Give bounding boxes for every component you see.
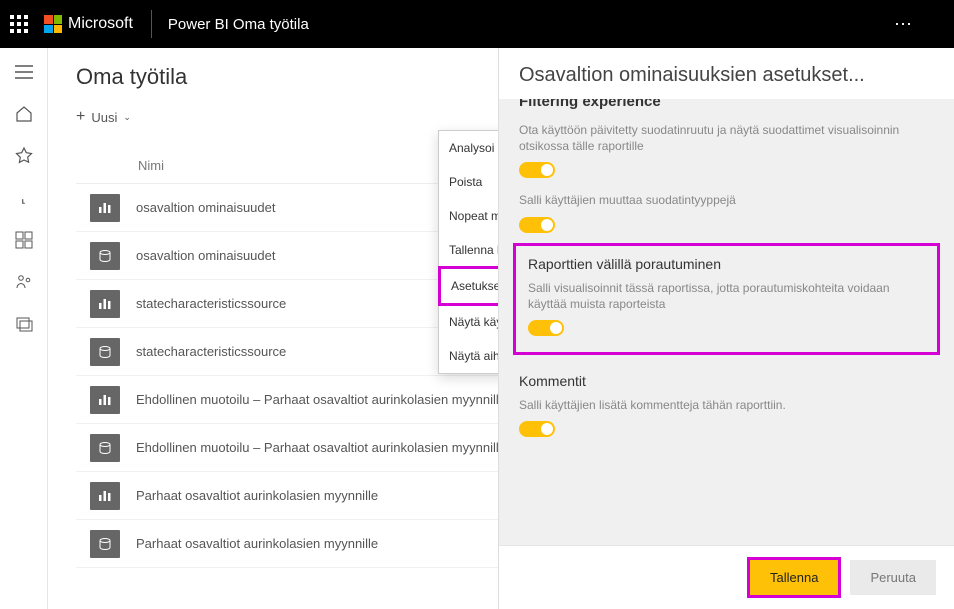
toggle-cross-report-drill[interactable] — [528, 320, 564, 336]
new-button[interactable]: + Uusi ⌄ — [76, 108, 131, 126]
drill-header: Raporttien välillä porautuminen — [528, 256, 925, 272]
cancel-button[interactable]: Peruuta — [850, 560, 936, 595]
toggle-filter-types[interactable] — [519, 217, 555, 233]
app-launcher-icon[interactable] — [10, 15, 28, 33]
report-icon — [90, 482, 120, 510]
nav-rail: ⸤ — [0, 48, 48, 609]
section-filtering-header: Filtering experience — [519, 99, 934, 110]
app-title: Power BI Oma työtila — [168, 16, 309, 33]
plus-icon: + — [76, 108, 85, 126]
cross-report-drill-section: Raporttien välillä porautuminen Salli vi… — [513, 243, 940, 355]
filter-types-desc: Salli käyttäjien muuttaa suodatintyyppej… — [519, 192, 934, 208]
workspaces-icon[interactable] — [14, 314, 34, 334]
favorites-icon[interactable] — [14, 146, 34, 166]
dataset-icon — [90, 434, 120, 462]
topbar-more-icon[interactable]: ⋯ — [894, 14, 914, 35]
divider — [151, 10, 152, 38]
new-label: Uusi — [91, 110, 117, 125]
toggle-filter-pane[interactable] — [519, 162, 555, 178]
dataset-icon — [90, 242, 120, 270]
settings-panel: Osavaltion ominaisuuksien asetukset... F… — [498, 48, 954, 609]
dataset-icon — [90, 338, 120, 366]
report-icon — [90, 194, 120, 222]
chevron-down-icon: ⌄ — [123, 112, 131, 123]
brand-label: Microsoft — [68, 15, 133, 33]
report-icon — [90, 386, 120, 414]
shared-icon[interactable] — [14, 272, 34, 292]
home-icon[interactable] — [14, 104, 34, 124]
drill-desc: Salli visualisoinnit tässä raportissa, j… — [528, 280, 925, 312]
toggle-comments[interactable] — [519, 421, 555, 437]
comments-desc: Salli käyttäjien lisätä kommentteja tähä… — [519, 397, 934, 413]
report-icon — [90, 290, 120, 318]
filtering-desc: Ota käyttöön päivitetty suodatinruutu ja… — [519, 122, 934, 154]
panel-title: Osavaltion ominaisuuksien asetukset... — [499, 48, 954, 99]
menu-icon[interactable] — [14, 62, 34, 82]
recent-icon[interactable]: ⸤ — [14, 188, 34, 208]
dataset-icon — [90, 530, 120, 558]
microsoft-logo: Microsoft — [44, 15, 133, 33]
apps-icon[interactable] — [14, 230, 34, 250]
comments-header: Kommentit — [519, 373, 934, 389]
save-button[interactable]: Tallenna — [750, 560, 838, 595]
